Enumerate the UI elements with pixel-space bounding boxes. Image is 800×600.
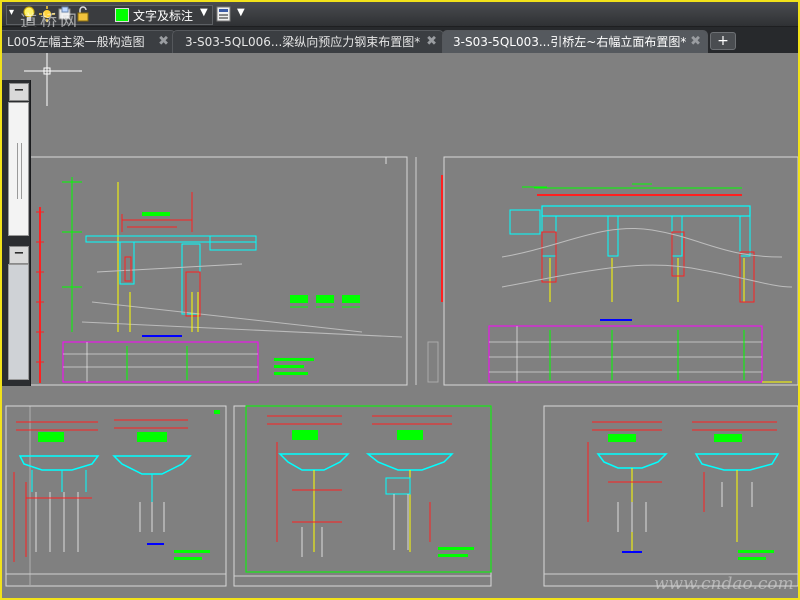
close-icon[interactable]: ✖	[158, 31, 169, 53]
tab-document-1[interactable]: L005左幅主梁一般构造图 ✖	[2, 30, 176, 53]
close-icon[interactable]: ✖	[690, 31, 701, 53]
tab-label: 3-S03-5QL006...梁纵向预应力钢束布置图*	[185, 35, 421, 49]
collapse-button-bottom[interactable]: −	[9, 246, 29, 264]
palette-panel-upper[interactable]	[8, 102, 29, 236]
scroll-grip[interactable]	[17, 143, 22, 199]
tab-document-3[interactable]: 3-S03-5QL003...引桥左~右幅立面布置图* ✖	[442, 30, 708, 53]
tab-document-2[interactable]: 3-S03-5QL006...梁纵向预应力钢束布置图* ✖	[172, 30, 444, 53]
app-window: ▾ 文字及标注 ▼ ▼ 道桥网 L005左幅主梁一般构造图 ✖ 3-S03-5Q…	[0, 0, 800, 600]
tab-label: L005左幅主梁一般构造图	[7, 35, 145, 49]
layer-properties-icon[interactable]	[216, 6, 232, 22]
drawing-canvas[interactable]	[2, 53, 798, 598]
menu-arrow-icon[interactable]: ▾	[9, 7, 14, 18]
overflow-arrow-icon[interactable]: ▼	[237, 7, 245, 18]
new-tab-button[interactable]: +	[710, 32, 736, 50]
palette-panel-lower[interactable]	[8, 264, 29, 380]
close-icon[interactable]: ✖	[426, 31, 437, 53]
document-tab-bar: L005左幅主梁一般构造图 ✖ 3-S03-5QL006...梁纵向预应力钢束布…	[2, 27, 798, 53]
collapse-button-top[interactable]: −	[9, 83, 29, 101]
tab-label: 3-S03-5QL003...引桥左~右幅立面布置图*	[453, 35, 687, 49]
dropdown-arrow-icon[interactable]: ▼	[200, 7, 208, 18]
color-swatch-icon[interactable]	[115, 8, 129, 22]
layer-toolbar: ▾ 文字及标注 ▼ ▼ 道桥网	[2, 2, 798, 32]
layer-name: 文字及标注	[133, 9, 194, 23]
left-tool-palette: − −	[2, 80, 31, 386]
watermark-bottom-right: www.cndao.com	[654, 574, 794, 594]
